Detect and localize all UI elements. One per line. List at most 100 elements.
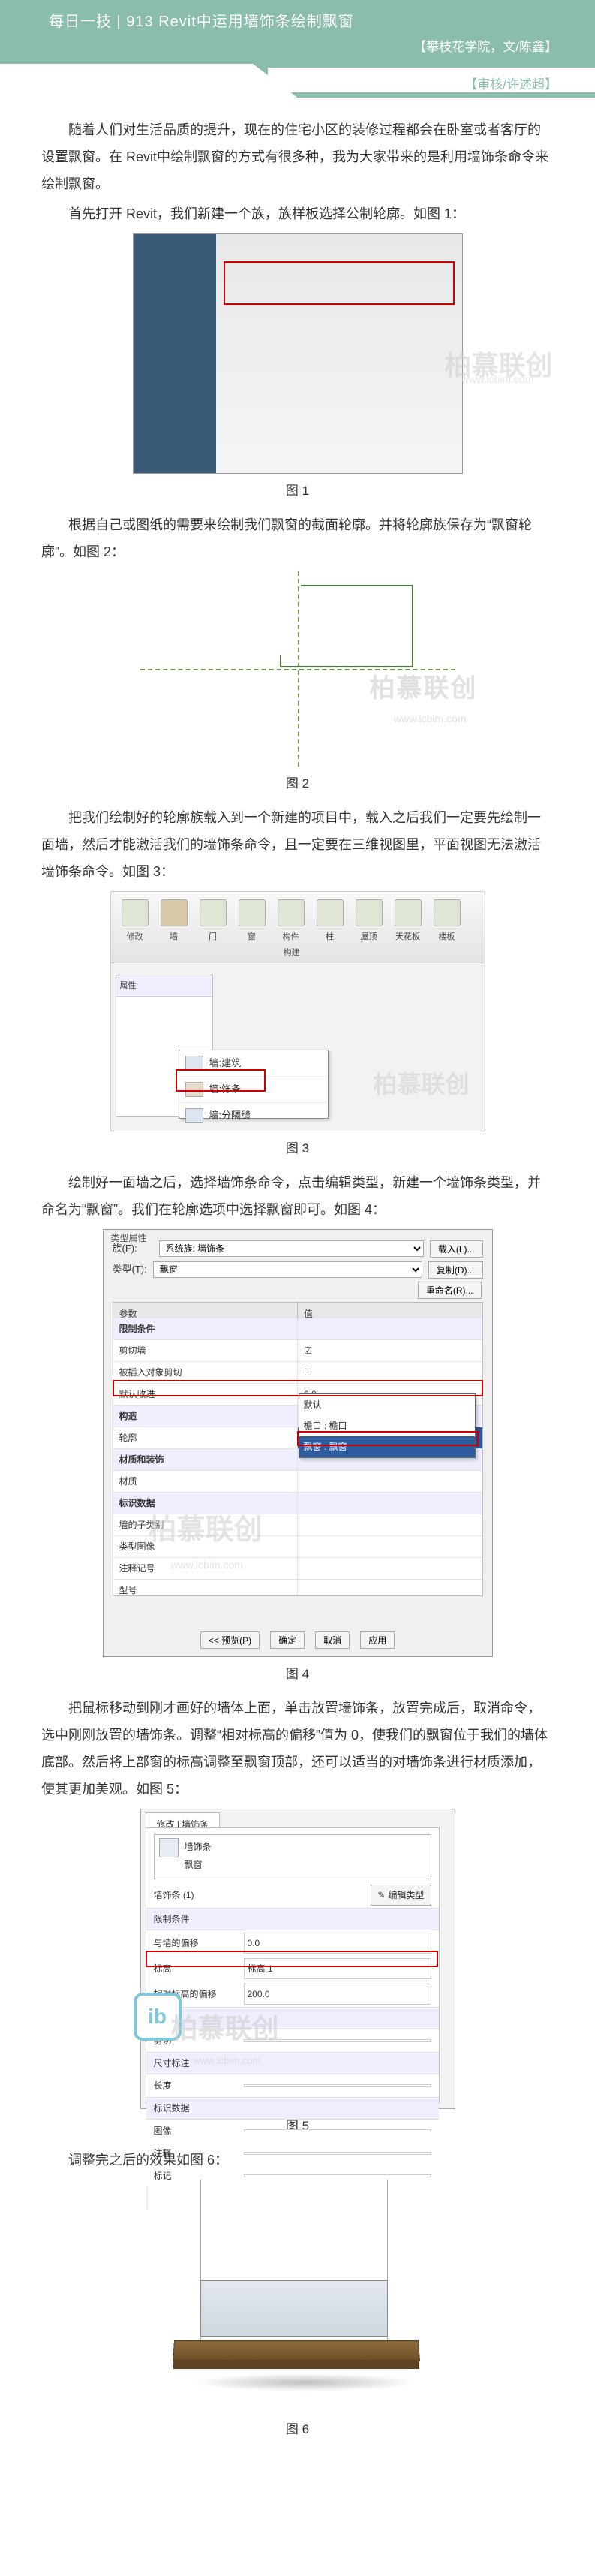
figure-caption: 图 4 — [41, 1662, 554, 1687]
param-value[interactable] — [298, 1471, 482, 1492]
modify-icon — [122, 899, 149, 926]
type-properties-dialog: 类型属性 族(F): 系统族: 墙饰条 载入(L)... 类型(T): 飘窗 复… — [103, 1229, 493, 1657]
param-name: 与墙的偏移 — [154, 1934, 236, 1952]
copy-button[interactable]: 复制(D)... — [428, 1261, 483, 1279]
window-glass — [200, 2280, 388, 2337]
roof-icon — [356, 899, 383, 926]
component-icon — [278, 899, 305, 926]
ribbon-label: 天花板 — [395, 932, 420, 942]
figure-3: 修改 墙 门 窗 构件 柱 屋顶 天花板 楼板 构建 属性 墙:建筑 墙:饰条 … — [41, 891, 554, 1131]
watermark-url: www.lcbim.com — [194, 2051, 261, 2071]
paragraph: 把鼠标移动到刚才画好的墙体上面，单击放置墙饰条，放置完成后，取消命令，选中刚刚放… — [41, 1695, 554, 1803]
figure-6 — [41, 2180, 554, 2412]
ribbon-door[interactable]: 门 — [195, 899, 231, 945]
cancel-button[interactable]: 取消 — [315, 1631, 350, 1649]
article-title: 每日一技 | 913 Revit中运用墙饰条绘制飘窗 — [49, 9, 354, 31]
column-icon — [317, 899, 344, 926]
ribbon-component[interactable]: 构件 — [273, 899, 309, 945]
highlight-box — [146, 1951, 438, 1967]
ribbon-group-label: 构建 — [284, 945, 300, 961]
bay-window-result — [148, 2180, 448, 2412]
rename-button[interactable]: 重命名(R)... — [418, 1282, 482, 1299]
ribbon-wall[interactable]: 墙 — [156, 899, 192, 945]
revit-new-family-dialog — [133, 233, 463, 474]
ribbon-modify[interactable]: 修改 — [117, 899, 153, 945]
ribbon-window[interactable]: 窗 — [234, 899, 270, 945]
properties-palette-screenshot: 修改 | 墙饰条 墙饰条 飘窗 墙饰条 (1) ✎ 编辑类型 — [140, 1809, 455, 2109]
preview-button[interactable]: << 预览(P) — [200, 1631, 260, 1649]
figure-4: 类型属性 族(F): 系统族: 墙饰条 载入(L)... 类型(T): 飘窗 复… — [41, 1229, 554, 1657]
ribbon-label: 柱 — [326, 932, 334, 942]
properties-header: 属性 — [116, 975, 212, 997]
ribbon-column[interactable]: 柱 — [312, 899, 348, 945]
type-select[interactable]: 飘窗 — [153, 1261, 422, 1278]
bay-window-sill-face — [173, 2360, 419, 2369]
section-material: 材质和装饰 — [113, 1449, 299, 1470]
instance-count: 墙饰条 (1) — [154, 1886, 236, 1904]
type-label: 类型(T): — [113, 1260, 147, 1279]
param-name: 图像 — [154, 2122, 236, 2140]
shadow — [193, 2373, 418, 2391]
revit-ribbon-screenshot: 修改 墙 门 窗 构件 柱 屋顶 天花板 楼板 构建 属性 墙:建筑 墙:饰条 … — [110, 891, 485, 1131]
section-structure: 构造 — [113, 1406, 299, 1427]
param-name: 材质 — [113, 1471, 299, 1492]
figure-caption: 图 2 — [41, 771, 554, 797]
wall-arch-icon — [185, 1056, 203, 1071]
dropdown-label: 墙:分隔缝 — [209, 1106, 251, 1125]
figure-1: 柏慕联创 www.lcbim.com — [41, 233, 554, 474]
ribbon-ceiling[interactable]: 天花板 — [390, 899, 426, 945]
dropdown-item[interactable]: 墙:分隔缝 — [179, 1103, 328, 1129]
type-selector[interactable]: 墙饰条 飘窗 — [154, 1834, 431, 1879]
paragraph: 随着人们对生活品质的提升，现在的住宅小区的装修过程都会在卧室或者客厅的设置飘窗。… — [41, 116, 554, 197]
param-name: 轮廓 — [113, 1427, 299, 1448]
article-body: 随着人们对生活品质的提升，现在的住宅小区的装修过程都会在卧室或者客厅的设置飘窗。… — [0, 98, 595, 2480]
bay-window-profile — [301, 585, 413, 667]
paragraph: 把我们绘制好的轮廓族载入到一个新建的项目中，载入之后我们一定要先绘制一面墙，然后… — [41, 804, 554, 885]
edit-type-button[interactable]: ✎ 编辑类型 — [371, 1885, 431, 1906]
ok-button[interactable]: 确定 — [270, 1631, 305, 1649]
ribbon-label: 修改 — [127, 932, 143, 942]
family-name: 墙饰条 — [185, 1838, 212, 1856]
section-identity: 标识数据 — [146, 2097, 439, 2120]
type-name: 飘窗 — [185, 1856, 212, 1874]
ribbon-label: 构件 — [283, 932, 299, 942]
param-value[interactable] — [244, 2129, 431, 2132]
apply-button[interactable]: 应用 — [360, 1631, 395, 1649]
edit-icon: ✎ — [377, 1886, 385, 1904]
article-header: 每日一技 | 913 Revit中运用墙饰条绘制飘窗 【攀枝花学院，文/陈鑫】 … — [0, 0, 595, 98]
article-byline: 【攀枝花学院，文/陈鑫】 — [413, 36, 557, 55]
param-value[interactable]: ☑ — [298, 1340, 482, 1361]
ribbon-roof[interactable]: 屋顶 — [351, 899, 387, 945]
paragraph: 首先打开 Revit，我们新建一个族，族样板选择公制轮廓。如图 1： — [41, 200, 554, 227]
profile-dropdown: 默认 檐口 : 檐口 飘窗 : 飘窗 — [299, 1393, 476, 1458]
door-icon — [200, 899, 227, 926]
watermark-url: www.lcbim.com — [171, 1554, 243, 1575]
highlight-box — [176, 1069, 266, 1092]
param-name: 剪切墙 — [113, 1340, 299, 1361]
param-value[interactable] — [244, 2084, 431, 2087]
ceiling-icon — [395, 899, 422, 926]
wall-icon — [161, 899, 188, 926]
ribbon-label: 楼板 — [439, 932, 455, 942]
figure-caption: 图 6 — [41, 2417, 554, 2442]
floor-icon — [434, 899, 461, 926]
watermark-url: www.lcbim.com — [394, 708, 466, 729]
dropdown-option[interactable]: 默认 — [299, 1394, 475, 1415]
param-value[interactable] — [244, 2152, 431, 2155]
figure-caption: 图 3 — [41, 1136, 554, 1161]
watermark-text: 柏慕联创 — [370, 663, 478, 714]
window-icon — [239, 899, 266, 926]
param-value[interactable] — [244, 2174, 431, 2177]
figure-2: 柏慕联创 www.lcbim.com — [41, 571, 554, 767]
edit-type-label: 编辑类型 — [388, 1886, 424, 1904]
figure-caption: 图 1 — [41, 478, 554, 504]
ribbon-floor[interactable]: 楼板 — [429, 899, 465, 945]
paragraph: 绘制好一面墙之后，选择墙饰条命令，点击编辑类型，新建一个墙饰条类型，并命名为“飘… — [41, 1169, 554, 1223]
article-reviewer: 【审核/许述超】 — [464, 74, 557, 92]
watermark-text: 柏慕联创 — [149, 1502, 263, 1559]
watermark-text: 柏慕联创 — [373, 1060, 469, 1108]
family-select[interactable]: 系统族: 墙饰条 — [159, 1240, 424, 1257]
param-name: 长度 — [154, 2077, 236, 2095]
load-button[interactable]: 载入(L)... — [430, 1240, 483, 1258]
paragraph: 根据自己或图纸的需要来绘制我们飘窗的截面轮廓。并将轮廓族保存为“飘窗轮廓”。如图… — [41, 511, 554, 565]
